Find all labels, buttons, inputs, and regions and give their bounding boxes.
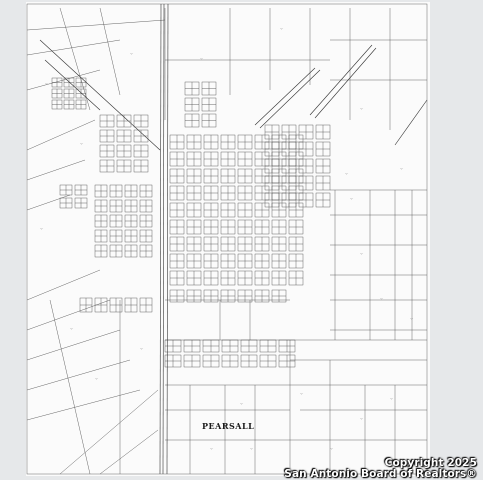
parcel-note: ·:· [390,397,393,401]
parcel-note: ·:· [360,107,363,111]
parcel-note: ·:· [250,447,253,451]
parcel-note: ·:· [210,447,213,451]
image-frame: ·:· ·:· ·:· ·:· ·:· ·:· ·:· ·:· ·:· ·:· ·:· ·:· ·:· ·… [0,0,483,480]
parcel-note: ·:· [130,52,133,56]
parcel-note: ·:· [360,252,363,256]
plat-map: ·:· ·:· ·:· ·:· ·:· ·:· ·:· ·:· ·:· ·:· ·:· ·:· ·:· ·… [26,2,430,476]
parcel-note: ·:· [80,142,83,146]
parcel-note: ·:· [330,447,333,451]
parcel-note: ·:· [70,327,73,331]
parcel-note: ·:· [350,197,353,201]
parcel-note: ·:· [95,377,98,381]
parcel-note: ·:· [400,167,403,171]
parcel-note: ·:· [200,57,203,61]
town-label: PEARSALL [202,421,254,431]
parcel-note: ·:· [410,317,413,321]
parcel-note: ·:· [45,82,48,86]
parcel-note: ·:· [280,27,283,31]
parcel-note: ·:· [140,347,143,351]
parcel-note: ·:· [380,297,383,301]
parcel-note: ·:· [345,172,348,176]
parcel-note: ·:· [300,392,303,396]
parcel-note: ·:· [240,402,243,406]
parcel-note: ·:· [360,417,363,421]
realtors-watermark: San Antonio Board of Realtors® [284,468,477,480]
parcel-note: ·:· [40,227,43,231]
